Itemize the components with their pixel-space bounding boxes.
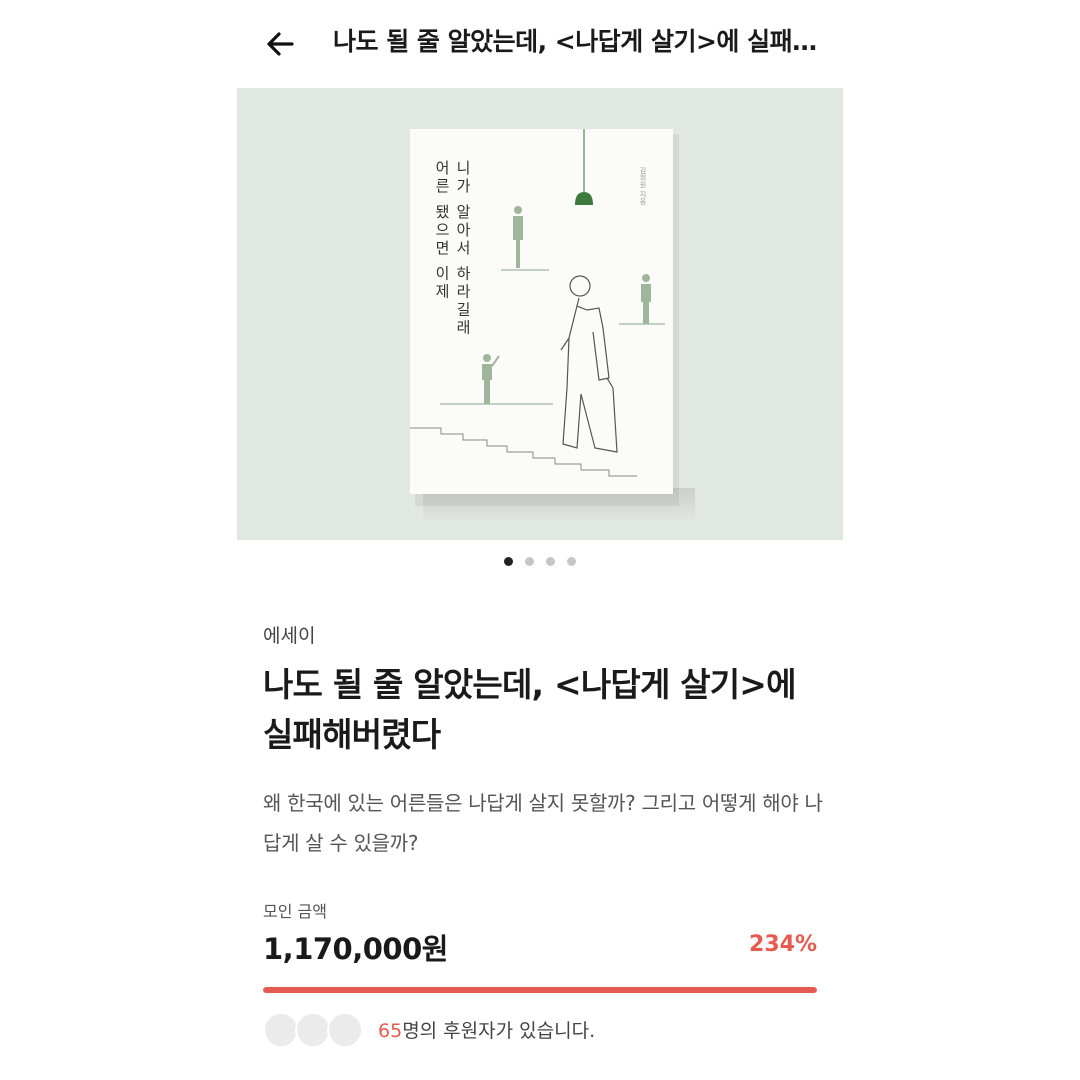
cover-image[interactable]: 김희원 지음 니가 알아서 하라길래 어른 됐으면 이제 xyxy=(237,88,843,540)
project-summary: 왜 한국에 있는 어른들은 나답게 살지 못할까? 그리고 어떻게 해야 나답게… xyxy=(263,791,823,855)
supporter-avatars xyxy=(263,1011,363,1048)
book-author-label: 김희원 지음 xyxy=(639,167,647,204)
carousel-dot[interactable] xyxy=(546,557,555,566)
category-label: 에세이 xyxy=(263,625,316,647)
progress-bar xyxy=(263,987,817,993)
page-title: 나도 될 줄 알았는데, <나답게 살기>에 실패해버렸다 xyxy=(333,27,833,56)
top-bar: 나도 될 줄 알았는데, <나답게 살기>에 실패해버렸다 xyxy=(236,0,844,88)
project-title: 나도 될 줄 알았는데, <나답게 살기>에 실패해버렸다 xyxy=(263,665,797,754)
book-title-col1: 니가 알아서 하라길래 xyxy=(454,160,472,338)
supporter-count-text: 65명의 후원자가 있습니다. xyxy=(378,1016,595,1043)
carousel-dot[interactable] xyxy=(504,557,513,566)
avatar xyxy=(327,1012,363,1048)
amount-label: 모인 금액 xyxy=(263,902,327,921)
avatar xyxy=(295,1012,331,1048)
funding-percent: 234% xyxy=(749,932,817,957)
back-button[interactable] xyxy=(262,26,298,62)
supporter-count: 65 xyxy=(378,1020,403,1042)
supporters-row[interactable]: 65명의 후원자가 있습니다. xyxy=(263,1011,823,1048)
carousel-dot[interactable] xyxy=(567,557,576,566)
avatar xyxy=(263,1012,299,1048)
arrow-left-icon xyxy=(267,32,294,56)
carousel-dot[interactable] xyxy=(525,557,534,566)
progress-bar-fill xyxy=(263,987,817,993)
book-cover-illustration: 김희원 지음 니가 알아서 하라길래 어른 됐으면 이제 xyxy=(410,129,695,522)
supporter-suffix: 명의 후원자가 있습니다. xyxy=(402,1020,596,1042)
amount-value: 1,170,000원 xyxy=(263,932,448,966)
book-title-col2: 어른 됐으면 이제 xyxy=(433,160,451,302)
carousel-indicator xyxy=(0,557,1080,566)
